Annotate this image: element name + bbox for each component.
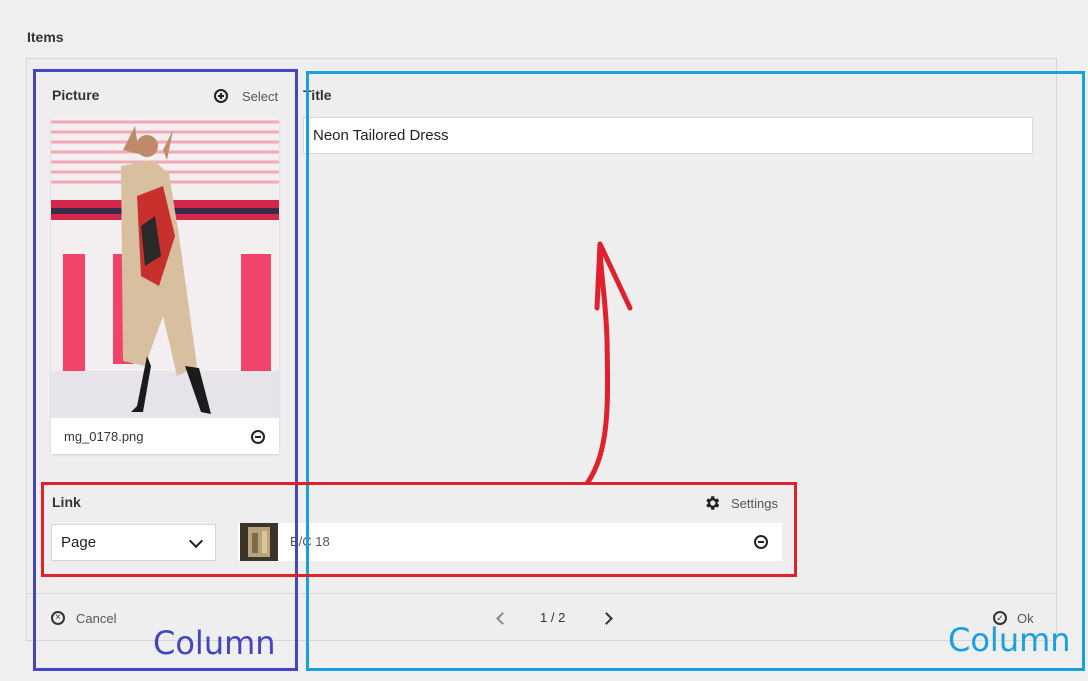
- right-column-annotation-label: Column: [948, 621, 1071, 659]
- link-row-annotation-box: [41, 482, 797, 577]
- annotation-arrow: [585, 241, 633, 485]
- section-title: Items: [27, 29, 64, 45]
- left-column-annotation-label: Column: [153, 624, 276, 662]
- left-column-annotation-box: [33, 69, 298, 671]
- right-column-annotation-box: [306, 71, 1085, 671]
